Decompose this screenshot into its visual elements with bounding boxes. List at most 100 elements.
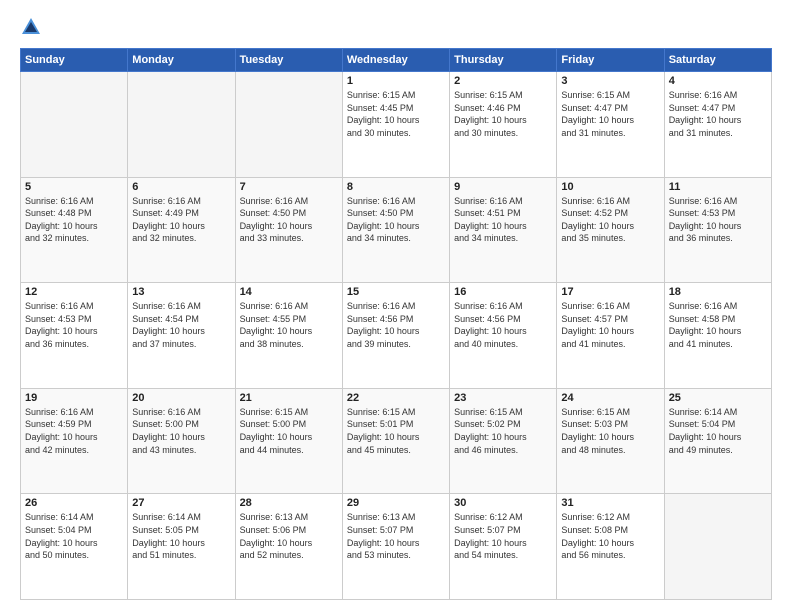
day-number: 5	[25, 181, 123, 193]
day-info: Sunrise: 6:14 AMSunset: 5:04 PMDaylight:…	[669, 406, 767, 456]
day-number: 21	[240, 392, 338, 404]
calendar-cell: 26Sunrise: 6:14 AMSunset: 5:04 PMDayligh…	[21, 494, 128, 600]
calendar-cell: 16 Sunrise: 6:16 AMSunset: 4:56 PMDayligh…	[450, 283, 557, 389]
calendar-cell: 25 Sunrise: 6:14 AMSunset: 5:04 PMDayligh…	[664, 388, 771, 494]
day-info: Sunrise: 6:15 AMSunset: 5:01 PMDaylight:…	[347, 406, 445, 456]
calendar-cell: 27Sunrise: 6:14 AMSunset: 5:05 PMDayligh…	[128, 494, 235, 600]
day-number: 24	[561, 392, 659, 404]
day-number: 7	[240, 181, 338, 193]
calendar-cell: 30Sunrise: 6:12 AMSunset: 5:07 PMDayligh…	[450, 494, 557, 600]
calendar-cell: 10Sunrise: 6:16 AMSunset: 4:52 PMDayligh…	[557, 177, 664, 283]
calendar-cell: 24 Sunrise: 6:15 AMSunset: 5:03 PMDayligh…	[557, 388, 664, 494]
day-number: 9	[454, 181, 552, 193]
calendar-cell: 2 Sunrise: 6:15 AMSunset: 4:46 PMDaylight…	[450, 72, 557, 178]
day-number: 27	[132, 497, 230, 509]
calendar-cell	[128, 72, 235, 178]
calendar-cell	[235, 72, 342, 178]
calendar-cell: 3 Sunrise: 6:15 AMSunset: 4:47 PMDaylight…	[557, 72, 664, 178]
calendar-cell: 20 Sunrise: 6:16 AMSunset: 5:00 PMDayligh…	[128, 388, 235, 494]
day-number: 17	[561, 286, 659, 298]
day-info: Sunrise: 6:15 AMSunset: 5:02 PMDaylight:…	[454, 406, 552, 456]
day-number: 10	[561, 181, 659, 193]
day-number: 29	[347, 497, 445, 509]
day-info: Sunrise: 6:16 AMSunset: 4:47 PMDaylight:…	[669, 89, 767, 139]
day-info: Sunrise: 6:16 AMSunset: 4:50 PMDaylight:…	[240, 195, 338, 245]
calendar-cell: 12Sunrise: 6:16 AMSunset: 4:53 PMDayligh…	[21, 283, 128, 389]
calendar-week-row: 5 Sunrise: 6:16 AMSunset: 4:48 PMDaylight…	[21, 177, 772, 283]
calendar-cell: 13 Sunrise: 6:16 AMSunset: 4:54 PMDayligh…	[128, 283, 235, 389]
day-number: 30	[454, 497, 552, 509]
calendar-cell: 28Sunrise: 6:13 AMSunset: 5:06 PMDayligh…	[235, 494, 342, 600]
day-info: Sunrise: 6:16 AMSunset: 5:00 PMDaylight:…	[132, 406, 230, 456]
calendar-cell: 14 Sunrise: 6:16 AMSunset: 4:55 PMDayligh…	[235, 283, 342, 389]
day-info: Sunrise: 6:15 AMSunset: 5:03 PMDaylight:…	[561, 406, 659, 456]
day-number: 18	[669, 286, 767, 298]
calendar-week-row: 1Sunrise: 6:15 AMSunset: 4:45 PMDaylight…	[21, 72, 772, 178]
day-info: Sunrise: 6:13 AMSunset: 5:07 PMDaylight:…	[347, 511, 445, 561]
calendar-cell: 31 Sunrise: 6:12 AMSunset: 5:08 PMDayligh…	[557, 494, 664, 600]
calendar-cell: 18 Sunrise: 6:16 AMSunset: 4:58 PMDayligh…	[664, 283, 771, 389]
calendar-week-row: 26Sunrise: 6:14 AMSunset: 5:04 PMDayligh…	[21, 494, 772, 600]
logo	[20, 16, 46, 38]
calendar-cell	[664, 494, 771, 600]
day-number: 20	[132, 392, 230, 404]
day-info: Sunrise: 6:16 AMSunset: 4:56 PMDaylight:…	[454, 300, 552, 350]
calendar-table: SundayMondayTuesdayWednesdayThursdayFrid…	[20, 48, 772, 600]
day-info: Sunrise: 6:16 AMSunset: 4:50 PMDaylight:…	[347, 195, 445, 245]
day-number: 14	[240, 286, 338, 298]
calendar-cell: 1Sunrise: 6:15 AMSunset: 4:45 PMDaylight…	[342, 72, 449, 178]
weekday-header-friday: Friday	[557, 49, 664, 72]
calendar-cell: 19 Sunrise: 6:16 AMSunset: 4:59 PMDayligh…	[21, 388, 128, 494]
day-number: 31	[561, 497, 659, 509]
day-number: 13	[132, 286, 230, 298]
calendar-cell: 11 Sunrise: 6:16 AMSunset: 4:53 PMDayligh…	[664, 177, 771, 283]
calendar-cell: 8 Sunrise: 6:16 AMSunset: 4:50 PMDaylight…	[342, 177, 449, 283]
calendar-cell: 4 Sunrise: 6:16 AMSunset: 4:47 PMDaylight…	[664, 72, 771, 178]
day-info: Sunrise: 6:16 AMSunset: 4:54 PMDaylight:…	[132, 300, 230, 350]
day-info: Sunrise: 6:15 AMSunset: 5:00 PMDaylight:…	[240, 406, 338, 456]
day-info: Sunrise: 6:16 AMSunset: 4:48 PMDaylight:…	[25, 195, 123, 245]
day-info: Sunrise: 6:16 AMSunset: 4:59 PMDaylight:…	[25, 406, 123, 456]
day-number: 22	[347, 392, 445, 404]
day-info: Sunrise: 6:16 AMSunset: 4:56 PMDaylight:…	[347, 300, 445, 350]
day-info: Sunrise: 6:15 AMSunset: 4:47 PMDaylight:…	[561, 89, 659, 139]
header	[20, 16, 772, 38]
day-number: 26	[25, 497, 123, 509]
day-info: Sunrise: 6:16 AMSunset: 4:53 PMDaylight:…	[669, 195, 767, 245]
day-info: Sunrise: 6:15 AMSunset: 4:46 PMDaylight:…	[454, 89, 552, 139]
weekday-header-row: SundayMondayTuesdayWednesdayThursdayFrid…	[21, 49, 772, 72]
day-number: 16	[454, 286, 552, 298]
calendar-cell: 6 Sunrise: 6:16 AMSunset: 4:49 PMDaylight…	[128, 177, 235, 283]
day-info: Sunrise: 6:16 AMSunset: 4:57 PMDaylight:…	[561, 300, 659, 350]
day-number: 4	[669, 75, 767, 87]
day-info: Sunrise: 6:12 AMSunset: 5:08 PMDaylight:…	[561, 511, 659, 561]
calendar-week-row: 12Sunrise: 6:16 AMSunset: 4:53 PMDayligh…	[21, 283, 772, 389]
logo-icon	[20, 16, 42, 38]
calendar-cell: 21 Sunrise: 6:15 AMSunset: 5:00 PMDayligh…	[235, 388, 342, 494]
weekday-header-sunday: Sunday	[21, 49, 128, 72]
day-info: Sunrise: 6:15 AMSunset: 4:45 PMDaylight:…	[347, 89, 445, 139]
weekday-header-saturday: Saturday	[664, 49, 771, 72]
day-info: Sunrise: 6:16 AMSunset: 4:49 PMDaylight:…	[132, 195, 230, 245]
day-number: 15	[347, 286, 445, 298]
day-number: 11	[669, 181, 767, 193]
day-number: 28	[240, 497, 338, 509]
weekday-header-wednesday: Wednesday	[342, 49, 449, 72]
day-number: 6	[132, 181, 230, 193]
day-number: 8	[347, 181, 445, 193]
weekday-header-thursday: Thursday	[450, 49, 557, 72]
day-number: 2	[454, 75, 552, 87]
calendar-cell: 17 Sunrise: 6:16 AMSunset: 4:57 PMDayligh…	[557, 283, 664, 389]
calendar-cell: 23 Sunrise: 6:15 AMSunset: 5:02 PMDayligh…	[450, 388, 557, 494]
day-number: 12	[25, 286, 123, 298]
calendar-cell: 5 Sunrise: 6:16 AMSunset: 4:48 PMDaylight…	[21, 177, 128, 283]
day-number: 23	[454, 392, 552, 404]
day-info: Sunrise: 6:16 AMSunset: 4:51 PMDaylight:…	[454, 195, 552, 245]
day-info: Sunrise: 6:16 AMSunset: 4:55 PMDaylight:…	[240, 300, 338, 350]
day-info: Sunrise: 6:16 AMSunset: 4:58 PMDaylight:…	[669, 300, 767, 350]
day-number: 25	[669, 392, 767, 404]
calendar-cell: 7 Sunrise: 6:16 AMSunset: 4:50 PMDaylight…	[235, 177, 342, 283]
calendar-cell: 15 Sunrise: 6:16 AMSunset: 4:56 PMDayligh…	[342, 283, 449, 389]
day-number: 3	[561, 75, 659, 87]
day-number: 19	[25, 392, 123, 404]
